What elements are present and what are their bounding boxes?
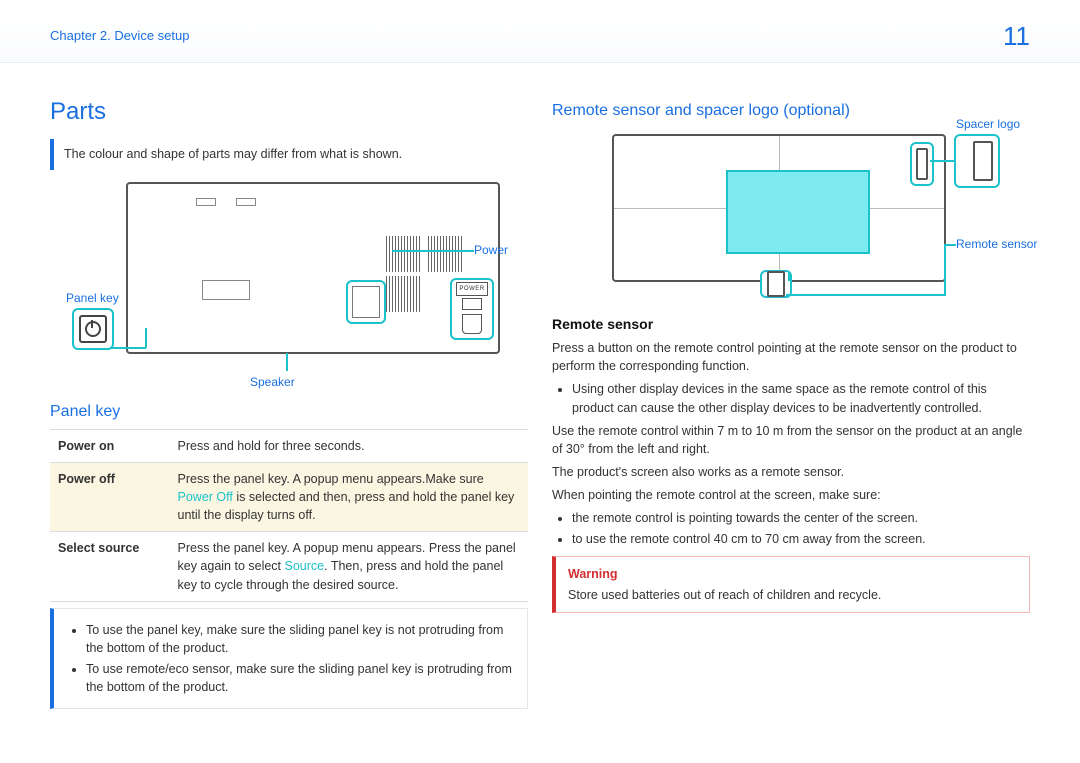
list-item: To use remote/eco sensor, make sure the … (86, 660, 513, 696)
power-button-label: POWER (456, 282, 488, 296)
rs-paragraph-4: When pointing the remote control at the … (552, 486, 1030, 504)
rs-paragraph-1: Press a button on the remote control poi… (552, 339, 1030, 375)
device-front-illustration (612, 134, 946, 282)
speaker-highlight (346, 280, 386, 324)
panel-key-heading: Panel key (50, 400, 528, 423)
panel-key-highlight (72, 308, 114, 350)
device-back-illustration: POWER (126, 182, 500, 354)
warning-title: Warning (568, 565, 1017, 583)
rs-paragraph-3: The product's screen also works as a rem… (552, 463, 1030, 481)
row-name: Power off (50, 462, 170, 531)
table-row: Power onPress and hold for three seconds… (50, 429, 528, 462)
list-item: To use the panel key, make sure the slid… (86, 621, 513, 657)
parts-diagram: POWER Panel key Speaker Power (50, 178, 530, 388)
label-power: Power (474, 242, 508, 259)
panel-key-info-box: To use the panel key, make sure the slid… (50, 608, 528, 710)
list-item: the remote control is pointing towards t… (572, 509, 1030, 527)
label-remote-sensor: Remote sensor (956, 236, 1037, 253)
power-highlight: POWER (450, 278, 494, 340)
remote-sensor-module-side (910, 142, 934, 186)
row-desc: Press the panel key. A popup menu appear… (170, 532, 529, 601)
label-panel-key: Panel key (66, 290, 119, 307)
screen-sensor-area (726, 170, 870, 254)
row-name: Select source (50, 532, 170, 601)
label-spacer-logo: Spacer logo (956, 116, 1020, 133)
left-column: Parts The colour and shape of parts may … (50, 81, 528, 709)
label-speaker: Speaker (250, 374, 295, 391)
table-row: Select sourcePress the panel key. A popu… (50, 532, 528, 601)
table-row: Power offPress the panel key. A popup me… (50, 462, 528, 531)
list-item: to use the remote control 40 cm to 70 cm… (572, 530, 1030, 548)
rs-bullet-warning: Using other display devices in the same … (572, 380, 1030, 416)
page-header: Chapter 2. Device setup 11 (0, 0, 1080, 63)
row-name: Power on (50, 429, 170, 462)
warning-text: Store used batteries out of reach of chi… (568, 586, 1017, 604)
rs-paragraph-2: Use the remote control within 7 m to 10 … (552, 422, 1030, 458)
right-column: Remote sensor and spacer logo (optional) (552, 81, 1030, 709)
remote-sensor-diagram: Spacer logo Remote sensor (552, 128, 1032, 306)
panel-key-table: Power onPress and hold for three seconds… (50, 429, 528, 602)
remote-sensor-subheading: Remote sensor (552, 314, 1030, 334)
document-page: Chapter 2. Device setup 11 Parts The col… (0, 0, 1080, 763)
parts-disclaimer: The colour and shape of parts may differ… (50, 139, 528, 169)
row-desc: Press and hold for three seconds. (170, 429, 529, 462)
page-number: 11 (1003, 18, 1030, 56)
row-desc: Press the panel key. A popup menu appear… (170, 462, 529, 531)
section-title-parts: Parts (50, 95, 528, 130)
chapter-title: Chapter 2. Device setup (50, 27, 189, 46)
battery-warning-box: Warning Store used batteries out of reac… (552, 556, 1030, 612)
spacer-logo-highlight (954, 134, 1000, 188)
